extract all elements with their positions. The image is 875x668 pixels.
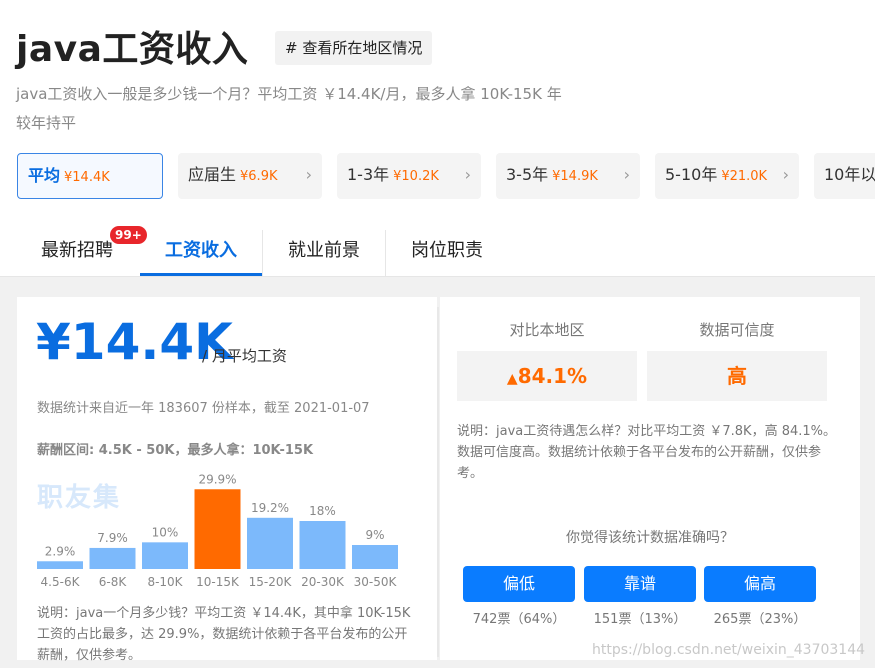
chevron-right-icon: ›	[464, 165, 471, 184]
compare-card: 对比本地区 数据可信度 ▲84.1% 高 说明：java工资待遇怎么样？对比平均…	[440, 297, 860, 660]
average-salary-unit: / 月平均工资	[202, 347, 287, 365]
exp-tab-10plus[interactable]: 10年以	[814, 153, 875, 199]
exp-tab-graduate[interactable]: 应届生 ¥6.9K ›	[178, 153, 322, 199]
chart-value-label: 18%	[309, 504, 336, 518]
compare-region-heading: 对比本地区	[509, 321, 585, 339]
chart-bar	[37, 561, 83, 569]
vote-low-count: 742票（64%）	[472, 612, 566, 627]
tab-label: 工资收入	[165, 240, 237, 261]
arrow-up-icon: ▲	[506, 371, 518, 387]
compare-percent: 84.1%	[517, 364, 588, 388]
vote-accurate-count: 151票（13%）	[593, 612, 687, 627]
experience-tabs: 平均 ¥14.4K 应届生 ¥6.9K › 1-3年 ¥10.2K › 3-5年 ¥14…	[17, 153, 875, 199]
page-title: java工资收入	[16, 29, 249, 70]
region-button[interactable]: # 查看所在地区情况	[275, 31, 433, 65]
chart-category-label: 20-30K	[301, 575, 345, 589]
chart-bar	[299, 521, 346, 569]
chevron-right-icon: ›	[782, 165, 789, 184]
tab-prospects[interactable]: 就业前景	[263, 226, 385, 276]
chart-value-label: 2.9%	[45, 544, 76, 558]
chart-bar	[142, 542, 188, 569]
chart-category-label: 10-15K	[196, 575, 240, 589]
chart-value-label: 7.9%	[97, 531, 128, 545]
page-subtitle: java工资收入一般是多少钱一个月？平均工资 ￥14.4K/月，最多人拿 10K…	[16, 85, 562, 132]
exp-tab-label: 应届生	[188, 165, 237, 184]
page: java工资收入 # 查看所在地区情况 java工资收入一般是多少钱一个月？平均…	[0, 0, 875, 668]
exp-tab-label: 3-5年	[506, 165, 549, 184]
chart-category-label: 30-50K	[354, 575, 398, 589]
chart-bar	[247, 517, 293, 569]
salary-card: ¥14.4K / 月平均工资 数据统计来自近一年 183607 份样本，截至 2…	[17, 297, 437, 663]
chevron-right-icon: ›	[305, 165, 312, 184]
accuracy-question: 你觉得该统计数据准确吗？	[566, 530, 734, 546]
tab-duties[interactable]: 岗位职责	[386, 226, 508, 276]
reliability-heading: 数据可信度	[699, 321, 775, 339]
chart-bar	[352, 545, 398, 569]
vote-low-button[interactable]: 偏低	[463, 566, 575, 602]
chart-category-label: 15-20K	[249, 575, 293, 589]
salary-note: 说明：java一个月多少钱？平均工资 ￥14.4K，其中拿 10K-15K 工资…	[37, 606, 411, 663]
exp-tab-5-10[interactable]: 5-10年 ¥21.0K ›	[655, 153, 799, 199]
exp-tab-label: 平均	[28, 166, 61, 185]
salary-range: 薪酬区间: 4.5K - 50K，最多人拿：10K-15K	[37, 443, 314, 458]
vote-high-count: 265票（23%）	[713, 612, 807, 627]
compare-region-value: ▲84.1%	[457, 351, 637, 401]
chart-category-label: 6-8K	[99, 575, 128, 589]
chart-category-label: 4.5-6K	[41, 575, 81, 589]
chevron-right-icon: ›	[623, 165, 630, 184]
chart-value-label: 19.2%	[251, 501, 289, 515]
exp-tab-1-3[interactable]: 1-3年 ¥10.2K ›	[337, 153, 481, 199]
section-tabs: 最新招聘 99+ 工资收入 就业前景 岗位职责	[0, 226, 875, 277]
exp-tab-label: 1-3年	[347, 165, 390, 184]
compare-note: 说明：java工资待遇怎么样？对比平均工资 ￥7.8K，高 84.1%。数据可信…	[457, 424, 836, 481]
exp-tab-amount: ¥6.9K	[240, 169, 278, 184]
chart-bar	[89, 547, 136, 569]
tab-label: 就业前景	[288, 240, 360, 261]
content-area: ¥14.4K / 月平均工资 数据统计来自近一年 183607 份样本，截至 2…	[0, 277, 875, 668]
exp-tab-amount: ¥14.9K	[552, 169, 598, 184]
salary-distribution-chart: 2.9% 4.5-6K 7.9% 6-8K 10% 8-10K 29.9% 10-15K 19.…	[37, 472, 398, 589]
exp-tab-3-5[interactable]: 3-5年 ¥14.9K ›	[496, 153, 640, 199]
vote-high-button[interactable]: 偏高	[704, 566, 816, 602]
chart-value-label: 9%	[365, 528, 384, 542]
exp-tab-amount: ¥10.2K	[393, 169, 439, 184]
exp-tab-label: 5-10年	[665, 165, 718, 184]
footer-watermark: https://blog.csdn.net/weixin_43703144	[592, 642, 866, 658]
exp-tab-amount: ¥14.4K	[64, 170, 110, 185]
exp-tab-label: 10年以	[824, 165, 875, 184]
sample-note: 数据统计来自近一年 183607 份样本，截至 2021-01-07	[37, 401, 370, 416]
exp-tab-amount: ¥21.0K	[721, 169, 768, 184]
tab-label: 岗位职责	[411, 240, 483, 261]
tab-label: 最新招聘	[41, 240, 113, 261]
tab-salary[interactable]: 工资收入	[140, 226, 262, 276]
chart-value-label: 29.9%	[198, 472, 236, 486]
card-divider	[437, 307, 439, 657]
chart-category-label: 8-10K	[147, 575, 183, 589]
chart-value-label: 10%	[152, 525, 179, 539]
exp-tab-average[interactable]: 平均 ¥14.4K	[17, 153, 163, 199]
chart-bar	[194, 489, 241, 569]
reliability-value: 高	[647, 351, 827, 401]
vote-accurate-button[interactable]: 靠谱	[584, 566, 696, 602]
